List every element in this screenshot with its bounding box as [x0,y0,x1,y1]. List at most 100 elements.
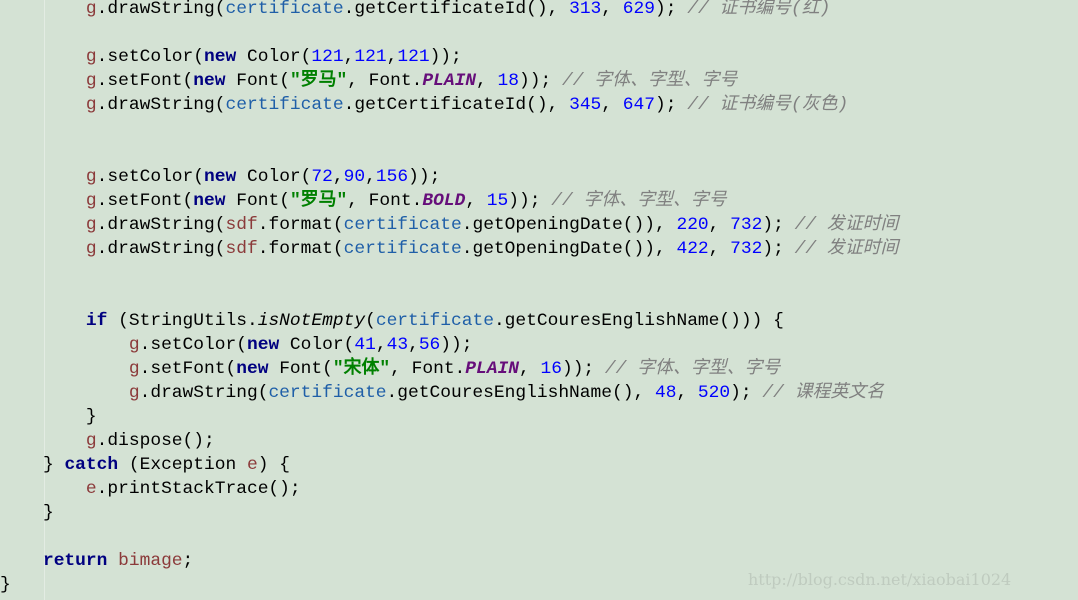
number-literal: 48 [654,383,677,403]
keyword: new [204,47,237,67]
code-text: .drawString( [96,0,226,19]
number-literal: 15 [486,191,509,211]
comment: // 课程英文名 [762,383,885,403]
code-text: )); [429,47,462,67]
code-text: , Font. [390,359,466,379]
code-line[interactable]: g.setFont(new Font("罗马", Font.BOLD, 15))… [0,189,898,213]
code-line[interactable]: } [0,405,898,429]
keyword: new [236,359,269,379]
number-literal: 732 [730,215,763,235]
code-line[interactable]: g.drawString(sdf.format(certificate.getO… [0,213,898,237]
field-reference: certificate [268,383,387,403]
code-line[interactable]: g.setColor(new Color(121,121,121)); [0,45,898,69]
code-text: (StringUtils. [107,311,258,331]
code-line[interactable]: g.drawString(certificate.getCertificateI… [0,0,898,21]
variable: g [85,191,97,211]
code-line[interactable]: g.setFont(new Font("宋体", Font.PLAIN, 16)… [0,357,898,381]
variable: sdf [225,239,258,259]
code-text: .getCertificateId(), [343,0,570,19]
code-text: , [476,71,498,91]
variable: g [85,71,97,91]
code-line[interactable] [0,117,898,141]
code-text: .setColor( [96,167,205,187]
field-reference: certificate [343,239,462,259]
code-line[interactable]: g.setColor(new Color(41,43,56)); [0,333,898,357]
code-line[interactable] [0,141,898,165]
code-line[interactable]: g.drawString(sdf.format(certificate.getO… [0,237,898,261]
code-line[interactable]: e.printStackTrace(); [0,477,898,501]
static-field: PLAIN [465,359,519,379]
code-line[interactable]: g.drawString(certificate.getCertificateI… [0,93,898,117]
code-line[interactable]: g.drawString(certificate.getCouresEnglis… [0,381,898,405]
number-literal: 220 [676,215,709,235]
code-text: .format( [257,215,344,235]
code-text: .drawString( [139,383,269,403]
number-literal: 121 [354,47,387,67]
field-reference: certificate [375,311,494,331]
code-text: .printStackTrace(); [96,479,301,499]
code-text: )); [440,335,473,355]
number-literal: 41 [354,335,376,355]
static-field: BOLD [422,191,466,211]
code-line[interactable] [0,21,898,45]
code-text: .setFont( [139,359,237,379]
string-literal: "罗马" [289,191,348,211]
code-line[interactable]: if (StringUtils.isNotEmpty(certificate.g… [0,309,898,333]
code-text: , Font. [347,191,423,211]
comment: // 字体、字型、字号 [561,71,738,91]
string-literal: "罗马" [289,71,348,91]
code-editor[interactable]: g.drawString(certificate.getCertificateI… [0,0,898,597]
comment: // 证书编号(灰色) [687,95,849,115]
code-line[interactable] [0,261,898,285]
number-literal: 156 [375,167,409,187]
code-text: Font( [225,191,290,211]
number-literal: 90 [343,167,366,187]
static-method: isNotEmpty [257,311,366,331]
code-text: .getCouresEnglishName())) { [493,311,784,331]
number-literal: 121 [397,47,430,67]
code-line[interactable]: g.setColor(new Color(72,90,156)); [0,165,898,189]
code-text: , [386,47,398,67]
code-line[interactable] [0,525,898,549]
code-line[interactable]: } [0,501,898,525]
code-line[interactable]: } catch (Exception e) { [0,453,898,477]
variable: g [128,383,140,403]
code-text: ); [655,95,688,115]
code-text: , [601,95,623,115]
code-line[interactable]: g.setFont(new Font("罗马", Font.PLAIN, 18)… [0,69,898,93]
number-literal: 422 [676,239,709,259]
code-text: ); [730,383,763,403]
keyword: new [204,167,237,187]
code-text: .drawString( [96,239,226,259]
code-text: .getCertificateId(), [343,95,570,115]
number-literal: 72 [311,167,333,187]
code-text: .drawString( [96,215,226,235]
code-line[interactable] [0,285,898,309]
code-text: .setColor( [96,47,205,67]
code-text: ; [182,551,194,571]
code-line[interactable]: g.dispose(); [0,429,898,453]
code-text: , [343,47,355,67]
keyword: if [85,311,108,331]
variable: g [85,239,97,259]
comment: // 发证时间 [794,215,899,235]
number-literal: 345 [569,95,602,115]
variable: e [85,479,97,499]
comment: // 字体、字型、字号 [551,191,727,211]
number-literal: 732 [730,239,763,259]
